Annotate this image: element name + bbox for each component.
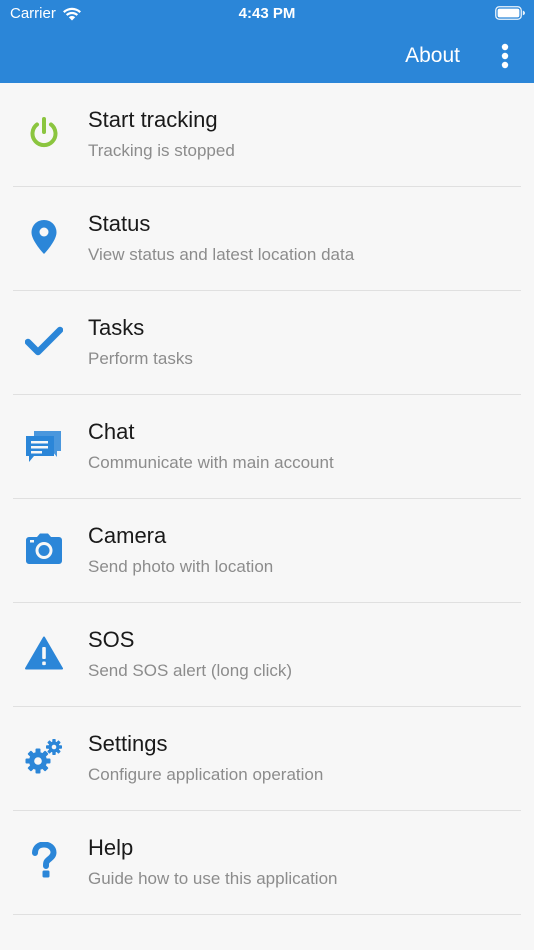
- menu-item-chat[interactable]: Chat Communicate with main account: [0, 395, 534, 499]
- menu-item-subtitle: Perform tasks: [88, 349, 193, 368]
- question-icon: [24, 841, 64, 881]
- about-button[interactable]: About: [405, 44, 460, 68]
- power-icon: [24, 113, 64, 153]
- menu-item-subtitle: View status and latest location data: [88, 245, 355, 264]
- clock: 4:43 PM: [238, 5, 296, 22]
- menu-item-title: Chat: [88, 419, 135, 444]
- menu-item-sos[interactable]: SOS Send SOS alert (long click): [0, 603, 534, 707]
- camera-icon: [24, 529, 64, 569]
- chat-icon: [24, 425, 64, 465]
- app-header: Carrier 4:43 PM About: [0, 0, 534, 83]
- menu-item-subtitle: Send photo with location: [88, 557, 274, 576]
- main-menu: Start tracking Tracking is stopped Statu…: [0, 83, 534, 915]
- divider: [13, 914, 521, 915]
- menu-item-title: Tasks: [88, 315, 145, 340]
- menu-item-subtitle: Tracking is stopped: [88, 141, 235, 160]
- gears-icon: [24, 737, 64, 777]
- battery-icon: [495, 6, 525, 20]
- menu-item-title: Start tracking: [88, 107, 218, 132]
- menu-item-title: Camera: [88, 523, 167, 548]
- menu-item-subtitle: Communicate with main account: [88, 453, 334, 472]
- status-bar: Carrier 4:43 PM: [0, 0, 534, 28]
- menu-item-title: Status: [88, 211, 151, 236]
- menu-item-camera[interactable]: Camera Send photo with location: [0, 499, 534, 603]
- checkmark-icon: [24, 321, 64, 361]
- menu-item-start-tracking[interactable]: Start tracking Tracking is stopped: [0, 83, 534, 187]
- menu-item-title: SOS: [88, 627, 135, 652]
- toolbar-actions: About: [405, 28, 534, 83]
- menu-item-tasks[interactable]: Tasks Perform tasks: [0, 291, 534, 395]
- menu-item-help[interactable]: Help Guide how to use this application: [0, 811, 534, 915]
- more-options-button[interactable]: [490, 28, 520, 83]
- menu-item-subtitle: Configure application operation: [88, 765, 324, 784]
- menu-item-settings[interactable]: Settings Configure application operation: [0, 707, 534, 811]
- menu-item-status[interactable]: Status View status and latest location d…: [0, 187, 534, 291]
- more-vertical-icon: [501, 43, 509, 68]
- menu-item-subtitle: Guide how to use this application: [88, 869, 338, 888]
- menu-item-title: Settings: [88, 731, 168, 756]
- menu-item-title: Help: [88, 835, 134, 860]
- location-pin-icon: [24, 217, 64, 257]
- menu-item-subtitle: Send SOS alert (long click): [88, 661, 293, 680]
- warning-icon: [24, 633, 64, 673]
